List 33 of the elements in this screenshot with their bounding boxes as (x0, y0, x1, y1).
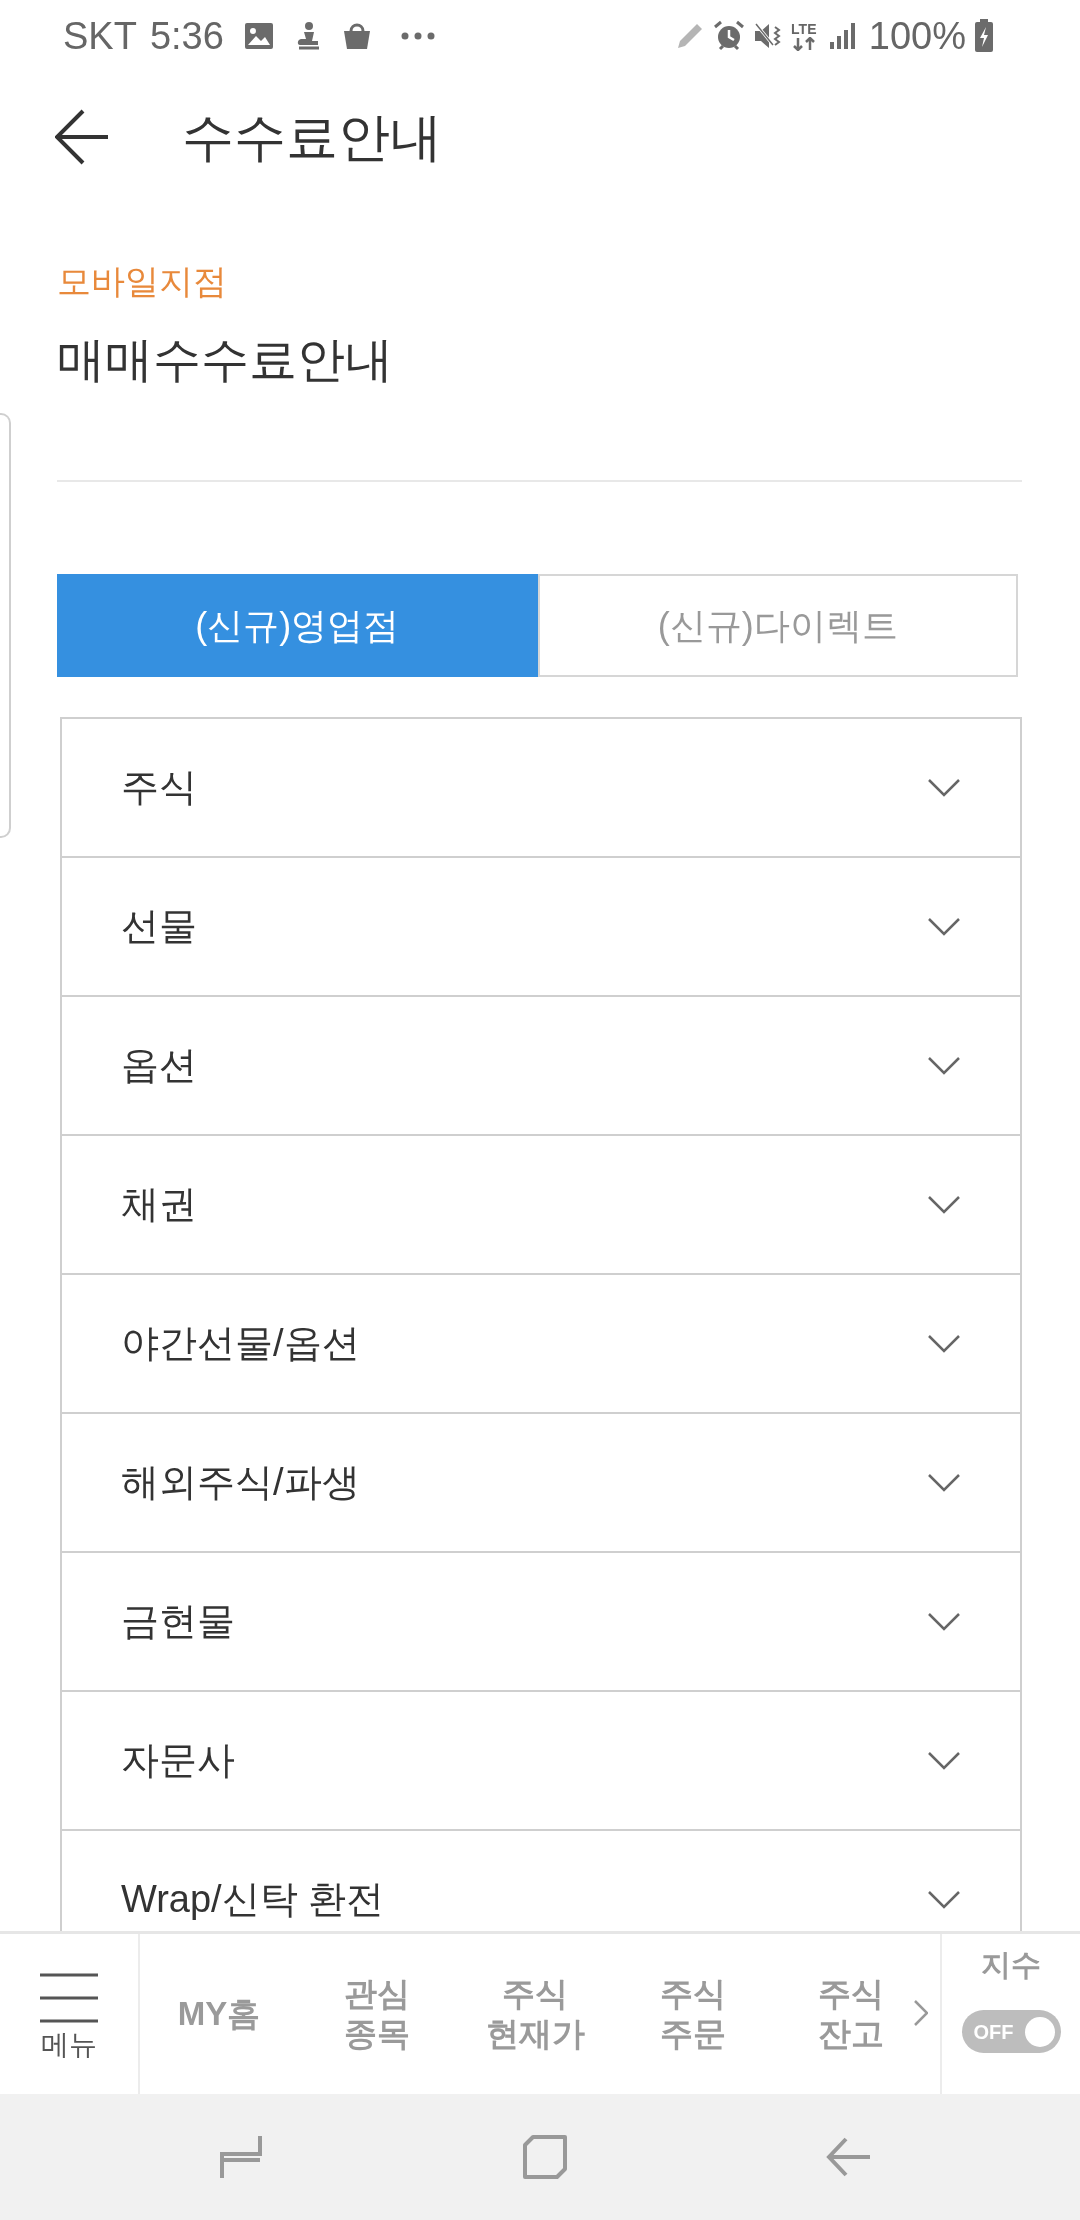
category-label: 모바일지점 (57, 261, 228, 302)
section-title: 매매수수료안내 (57, 332, 394, 388)
network-type-text: LTE (791, 21, 817, 37)
index-label: 지수 (981, 1950, 1041, 1980)
signal-icon (828, 22, 857, 50)
chevron-down-icon (928, 1334, 960, 1353)
home-icon[interactable] (523, 2135, 567, 2179)
carrier-text: SKT (63, 13, 137, 59)
vibrate-mute-icon (752, 21, 783, 51)
back-icon[interactable] (826, 2137, 870, 2177)
menu-label: 메뉴 (41, 2031, 97, 2059)
battery-percent-text: 100% (868, 13, 966, 59)
menu-icon (40, 1973, 98, 2023)
edge-panel-handle[interactable] (0, 413, 11, 838)
clock-text: 5:36 (149, 13, 224, 59)
chevron-down-icon (928, 778, 960, 797)
alarm-clock-icon (712, 20, 745, 52)
shopping-bag-icon (341, 21, 372, 51)
data-arrows-icon (790, 36, 817, 51)
chevron-right-icon[interactable] (914, 2000, 928, 2026)
chevron-down-icon (928, 1751, 960, 1770)
back-arrow-icon[interactable] (55, 108, 110, 166)
chevron-down-icon (928, 1890, 960, 1909)
chevron-down-icon (928, 1056, 960, 1075)
battery-charging-icon (974, 19, 994, 53)
more-dots-icon (400, 32, 435, 40)
chevron-down-icon (928, 917, 960, 936)
page-title: 수수료안내 (182, 111, 442, 163)
image-icon (243, 22, 274, 50)
chevron-down-icon (928, 1195, 960, 1214)
chevron-down-icon (928, 1473, 960, 1492)
recent-apps-icon[interactable] (220, 2134, 262, 2180)
chevron-down-icon (928, 1612, 960, 1631)
